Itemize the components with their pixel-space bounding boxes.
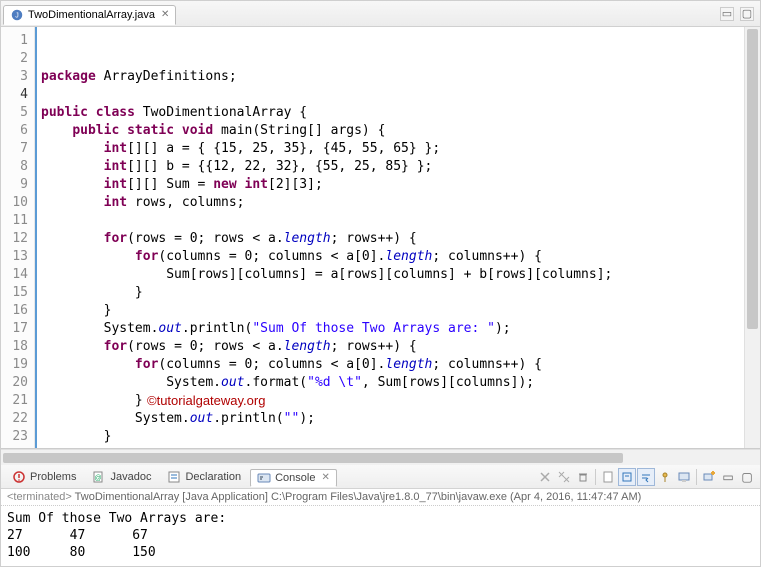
x-gray-icon	[539, 471, 551, 483]
minimize-icon[interactable]: ▭	[720, 7, 734, 21]
close-tab-icon[interactable]: ✕	[161, 9, 169, 20]
page-icon	[602, 471, 614, 483]
svg-text:J: J	[15, 12, 19, 19]
remove-launch-button[interactable]	[574, 468, 592, 486]
trash-icon	[577, 471, 589, 483]
maximize-icon[interactable]: ▢	[740, 7, 754, 21]
console-output[interactable]: Sum Of those Two Arrays are: 27 47 67 10…	[1, 506, 760, 566]
terminate-button[interactable]	[536, 468, 554, 486]
line-number-gutter: 1234567891011121314151617181920212223	[1, 27, 35, 448]
console-toolbar: ▭ ▢	[536, 468, 760, 486]
maximize-panel-button[interactable]: ▢	[738, 468, 756, 486]
minimize-panel-button[interactable]: ▭	[719, 468, 737, 486]
code-editor[interactable]: package ArrayDefinitions;public class Tw…	[35, 27, 744, 448]
editor-area: 1234567891011121314151617181920212223 pa…	[1, 27, 760, 449]
editor-tabbar: J TwoDimentionalArray.java ✕ ▭ ▢	[1, 1, 760, 27]
console-icon	[257, 471, 271, 485]
javadoc-icon: @	[92, 470, 106, 484]
word-wrap-button[interactable]	[637, 468, 655, 486]
scroll-icon	[621, 471, 633, 483]
monitor-icon	[678, 471, 690, 483]
tab-declaration[interactable]: Declaration	[160, 468, 248, 486]
open-console-button[interactable]	[700, 468, 718, 486]
tab-problems[interactable]: Problems	[5, 468, 83, 486]
clear-console-button[interactable]	[599, 468, 617, 486]
watermark-text: ©tutorialgateway.org	[147, 392, 265, 410]
horizontal-scrollbar[interactable]	[1, 449, 760, 465]
display-button[interactable]	[675, 468, 693, 486]
xx-gray-icon	[558, 471, 570, 483]
bottom-panel-tabs: Problems @ Javadoc Declaration Console ✕…	[1, 465, 760, 489]
close-tab-icon[interactable]: ✕	[321, 472, 329, 483]
svg-text:@: @	[95, 475, 102, 482]
pin-console-button[interactable]	[656, 468, 674, 486]
tab-javadoc[interactable]: @ Javadoc	[85, 468, 158, 486]
plus-monitor-icon	[703, 471, 715, 483]
pin-icon	[659, 471, 671, 483]
declaration-icon	[167, 470, 181, 484]
tab-filename: TwoDimentionalArray.java	[28, 9, 155, 21]
editor-window-controls: ▭ ▢	[720, 7, 760, 21]
vertical-scrollbar[interactable]	[744, 27, 760, 448]
problems-icon	[12, 470, 26, 484]
wrap-icon	[640, 471, 652, 483]
editor-tab-file[interactable]: J TwoDimentionalArray.java ✕	[3, 5, 176, 25]
scroll-lock-button[interactable]	[618, 468, 636, 486]
remove-all-button[interactable]	[555, 468, 573, 486]
java-file-icon: J	[10, 8, 24, 22]
tab-console[interactable]: Console ✕	[250, 469, 337, 487]
console-status-line: <terminated> TwoDimentionalArray [Java A…	[1, 489, 760, 506]
